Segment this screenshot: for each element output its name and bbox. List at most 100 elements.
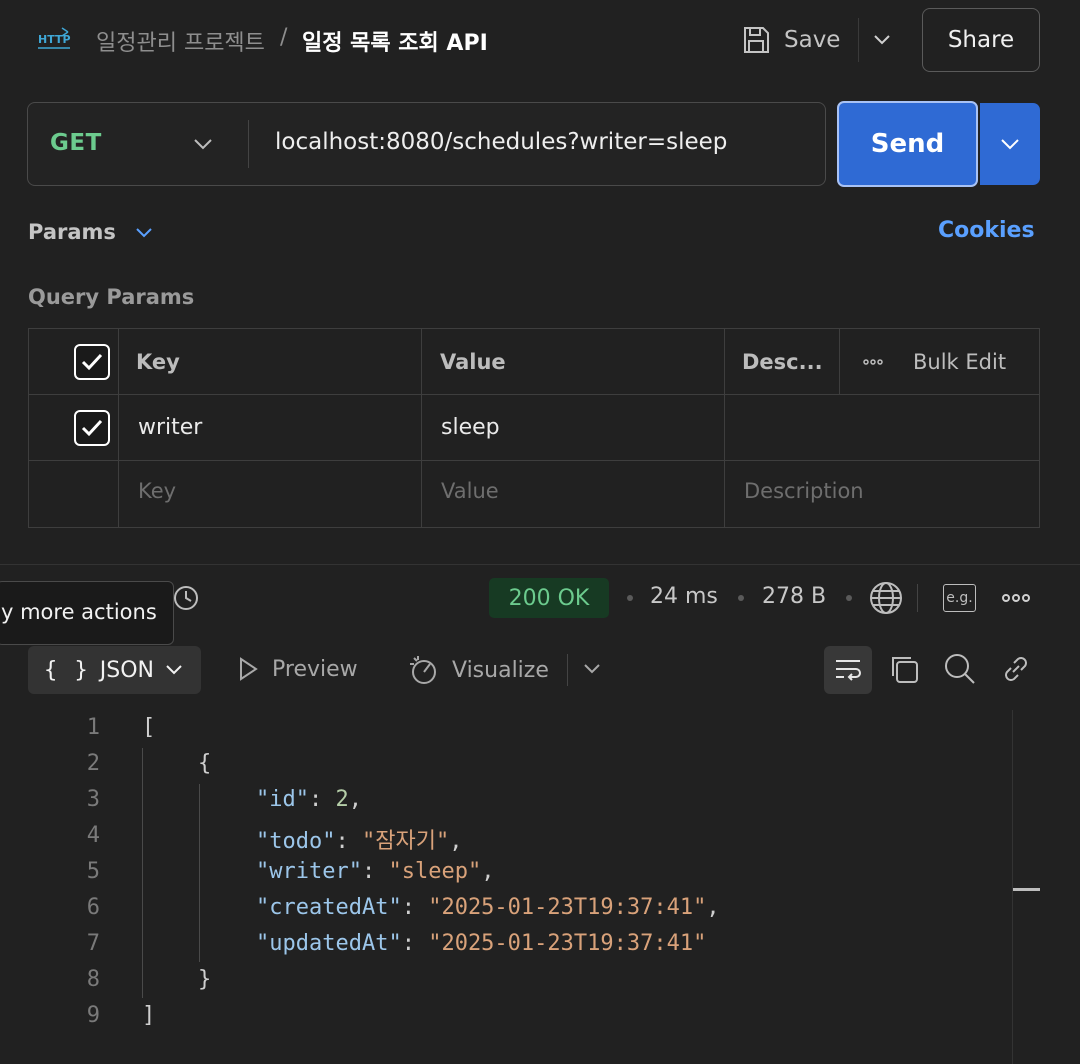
request-title[interactable]: 일정 목록 조회 API (302, 25, 488, 57)
separator-dot (627, 595, 633, 601)
code-line: } (198, 967, 212, 992)
json-value: 2 (335, 787, 349, 812)
wrap-lines-icon (833, 657, 863, 683)
indent-guide (142, 748, 143, 998)
json-comma: , (481, 859, 495, 884)
more-options-icon[interactable] (862, 352, 884, 372)
param-value-cell[interactable]: sleep (441, 415, 500, 440)
new-key-input[interactable]: Key (138, 479, 176, 503)
send-options-button[interactable] (980, 103, 1040, 185)
pane-divider[interactable] (0, 564, 1080, 565)
line-number: 5 (86, 859, 100, 884)
response-time[interactable]: 24 ms (650, 584, 718, 609)
json-key: "updatedAt" (256, 931, 402, 956)
json-key: "id" (256, 787, 309, 812)
send-button[interactable]: Send (837, 101, 978, 187)
search-icon[interactable] (943, 652, 977, 686)
column-header-value: Value (440, 350, 506, 374)
minimap-scrollbar[interactable] (1012, 710, 1040, 1064)
new-value-input[interactable]: Value (441, 479, 499, 503)
wrap-lines-button[interactable] (824, 646, 872, 694)
json-comma: , (449, 829, 463, 854)
code-line: "createdAt": "2025-01-23T19:37:41", (256, 895, 720, 920)
url-input[interactable]: localhost:8080/schedules?writer=sleep (275, 129, 727, 155)
indent-guide (199, 784, 200, 962)
divider (248, 120, 249, 168)
tab-preview[interactable]: Preview (236, 656, 358, 682)
table-col-divider (421, 328, 422, 528)
json-value: "2025-01-23T19:37:41" (428, 895, 707, 920)
link-icon[interactable] (999, 652, 1033, 686)
json-comma: , (348, 787, 362, 812)
line-number: 4 (86, 823, 100, 848)
save-button[interactable]: Save (740, 20, 848, 60)
line-number: 9 (86, 1003, 100, 1028)
svg-text:HTTP: HTTP (38, 33, 71, 46)
chevron-down-icon[interactable] (582, 662, 602, 676)
chevron-down-icon (999, 137, 1021, 151)
save-options-button[interactable] (858, 18, 904, 62)
select-all-checkbox[interactable] (74, 344, 110, 380)
query-params-title: Query Params (28, 285, 195, 309)
chevron-down-icon[interactable] (192, 134, 214, 154)
table-row-divider (28, 394, 1040, 395)
line-number: 7 (86, 931, 100, 956)
line-number: 6 (86, 895, 100, 920)
chevron-down-icon[interactable] (134, 224, 154, 240)
breadcrumb-separator: / (280, 25, 288, 50)
history-icon[interactable] (172, 584, 200, 612)
table-row-divider (28, 460, 1040, 461)
code-line: { (198, 751, 212, 776)
method-select[interactable]: GET (50, 130, 102, 156)
json-key: "writer" (256, 859, 362, 884)
response-size[interactable]: 278 B (762, 584, 826, 609)
breadcrumb-collection[interactable]: 일정관리 프로젝트 (96, 25, 265, 57)
params-tab[interactable]: Params (28, 220, 116, 244)
save-label: Save (784, 27, 841, 53)
line-number: 1 (86, 715, 100, 740)
divider (567, 654, 568, 686)
divider (917, 584, 918, 612)
more-actions-tooltip: y more actions (0, 581, 174, 645)
checkmark-icon (80, 418, 104, 438)
json-value: "sleep" (388, 859, 482, 884)
cookies-link[interactable]: Cookies (938, 218, 1035, 243)
param-enabled-checkbox[interactable] (74, 410, 110, 446)
globe-icon[interactable] (869, 581, 903, 615)
response-body-viewer[interactable]: 1 2 3 4 5 6 7 8 9 [ { "id": 2, "todo": "… (0, 710, 1012, 1064)
floppy-disk-icon (740, 24, 772, 56)
column-header-key: Key (136, 350, 180, 374)
column-header-description: Desc... (742, 350, 823, 374)
status-badge[interactable]: 200 OK (489, 578, 609, 618)
param-description-cell[interactable] (744, 415, 1034, 445)
curly-braces-icon: { } (44, 657, 90, 683)
code-line: "writer": "sleep", (256, 859, 495, 884)
share-button[interactable]: Share (922, 8, 1040, 72)
line-number: 8 (86, 967, 100, 992)
code-line: "updatedAt": "2025-01-23T19:37:41" (256, 931, 707, 956)
chevron-down-icon (164, 663, 184, 677)
param-key-cell[interactable]: writer (138, 415, 202, 440)
code-line: ] (142, 1003, 156, 1028)
line-number: 2 (86, 751, 100, 776)
visualize-icon (408, 654, 440, 686)
table-col-divider (118, 328, 119, 528)
tab-visualize[interactable]: Visualize (408, 654, 549, 686)
more-options-icon[interactable] (1001, 588, 1031, 608)
separator-dot (738, 595, 744, 601)
save-example-button[interactable]: e.g. (943, 584, 976, 612)
json-value: "2025-01-23T19:37:41" (428, 931, 707, 956)
scrollbar-thumb[interactable] (1013, 888, 1040, 891)
bulk-edit-button[interactable]: Bulk Edit (913, 350, 1006, 374)
format-json-select[interactable]: { } JSON (28, 646, 201, 694)
copy-icon[interactable] (887, 652, 921, 686)
json-comma: , (706, 895, 720, 920)
json-key: "todo" (256, 829, 336, 854)
table-col-divider (724, 328, 725, 528)
separator-dot (846, 595, 852, 601)
table-col-divider (839, 328, 840, 394)
new-description-input[interactable]: Description (744, 479, 864, 503)
tab-visualize-label: Visualize (452, 657, 549, 683)
code-line: "todo": "잠자기", (256, 829, 463, 854)
json-key: "createdAt" (256, 895, 402, 920)
